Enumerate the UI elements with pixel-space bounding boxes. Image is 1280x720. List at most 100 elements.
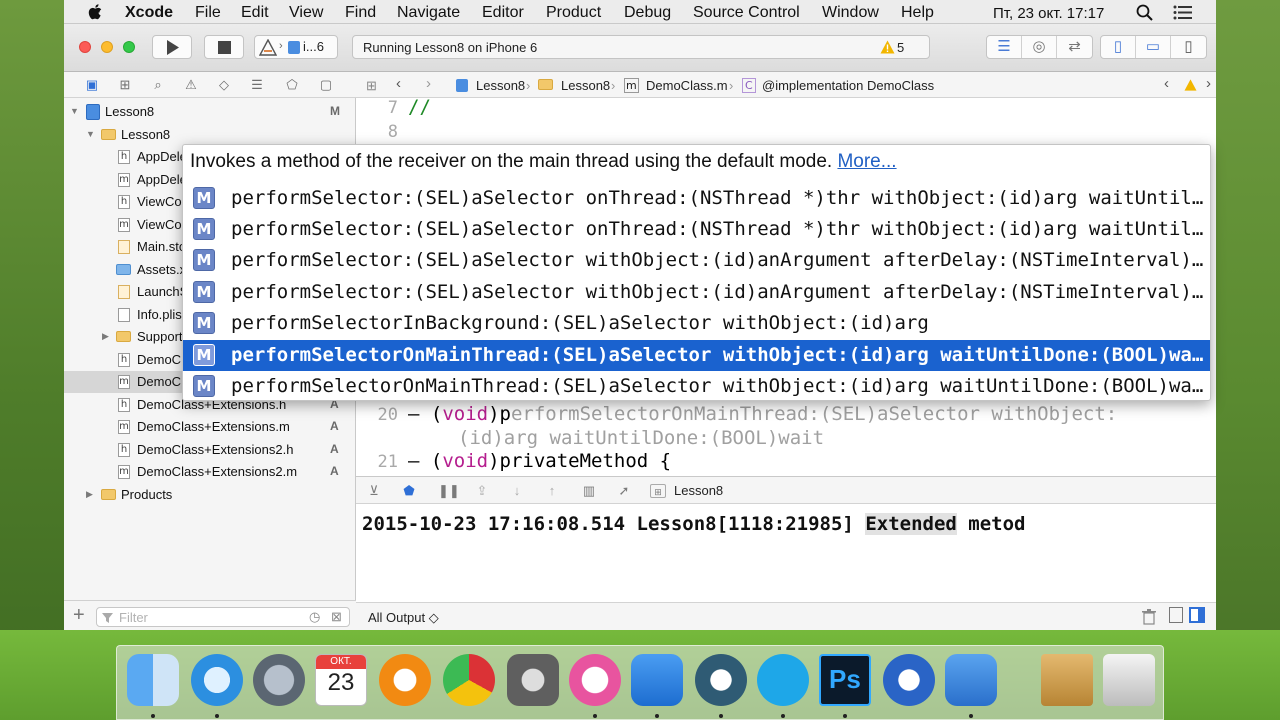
step-over-icon[interactable]: ⇪ <box>474 484 490 498</box>
tree-item-group[interactable]: ▶ Products <box>64 484 356 506</box>
report-navigator-icon[interactable]: ▢ <box>318 77 334 93</box>
system-preferences-icon[interactable] <box>507 654 559 706</box>
standard-editor-icon[interactable]: ☰ <box>987 36 1022 58</box>
breakpoint-navigator-icon[interactable]: ⬠ <box>284 77 300 93</box>
pause-icon[interactable]: ❚❚ <box>438 484 460 498</box>
disclosure-open-icon[interactable]: ▼ <box>70 106 80 116</box>
breadcrumb-project[interactable]: Lesson8 <box>476 78 525 93</box>
itunes-icon[interactable] <box>569 654 621 706</box>
menu-find[interactable]: Find <box>345 4 376 22</box>
quicktime-icon[interactable] <box>883 654 935 706</box>
menu-editor[interactable]: Editor <box>482 4 524 22</box>
forward-arrow-icon[interactable]: › <box>426 75 431 92</box>
finder-icon[interactable] <box>127 654 179 706</box>
xcode-icon[interactable] <box>631 654 683 706</box>
sourcetree-icon[interactable] <box>695 654 747 706</box>
issue-navigator-icon[interactable]: ⚠ <box>183 77 199 93</box>
menu-edit[interactable]: Edit <box>241 4 269 22</box>
assistant-editor-icon[interactable]: ◎ <box>1022 36 1057 58</box>
related-items-icon[interactable]: ⊞ <box>366 78 377 94</box>
menu-view[interactable]: View <box>289 4 323 22</box>
hide-debug-area-icon[interactable]: ⊻ <box>366 484 382 498</box>
completion-item-selected[interactable]: M performSelectorOnMainThread:(SEL)aSele… <box>183 340 1210 371</box>
apple-icon[interactable] <box>88 3 104 21</box>
tree-item-group[interactable]: ▼ Lesson8 <box>64 124 356 146</box>
variables-view-toggle-icon[interactable] <box>1169 607 1183 623</box>
debug-navigator-icon[interactable]: ☰ <box>249 77 265 93</box>
notification-center-icon[interactable] <box>1173 5 1193 20</box>
disclosure-open-icon[interactable]: ▼ <box>86 129 96 139</box>
tree-item-file[interactable]: m DemoClass+Extensions2.m A <box>64 461 356 483</box>
console-output[interactable]: 2015-10-23 17:16:08.514 Lesson8[1118:219… <box>356 504 1216 602</box>
menu-source-control[interactable]: Source Control <box>693 4 800 22</box>
completion-item[interactable]: M performSelectorOnMainThread:(SEL)aSele… <box>183 371 1210 400</box>
completion-item[interactable]: M performSelector:(SEL)aSelector withObj… <box>183 277 1210 308</box>
archive-utility-icon[interactable] <box>1041 654 1093 706</box>
tree-item-file[interactable]: m DemoClass+Extensions.m A <box>64 416 356 438</box>
add-file-icon[interactable]: + <box>73 604 85 627</box>
chrome-icon[interactable] <box>443 654 495 706</box>
breakpoints-toggle-icon[interactable]: ⬟ <box>401 484 417 498</box>
scheme-selector[interactable]: › i...6 <box>254 35 338 59</box>
breadcrumb-symbol[interactable]: @implementation DemoClass <box>762 78 934 93</box>
completion-item[interactable]: M performSelector:(SEL)aSelector onThrea… <box>183 183 1210 214</box>
tree-item-project[interactable]: ▼ Lesson8 M <box>64 101 356 123</box>
photoshop-icon[interactable]: Ps <box>819 654 871 706</box>
back-arrow-icon[interactable]: ‹ <box>396 75 401 92</box>
disclosure-closed-icon[interactable]: ▶ <box>86 489 96 499</box>
zoom-window-button[interactable] <box>123 41 135 53</box>
folder-navigator-icon[interactable]: ▣ <box>84 77 100 93</box>
minimize-window-button[interactable] <box>101 41 113 53</box>
test-navigator-icon[interactable]: ◇ <box>216 77 232 93</box>
previous-issue-icon[interactable]: ‹ <box>1164 75 1169 92</box>
menu-navigate[interactable]: Navigate <box>397 4 460 22</box>
more-link[interactable]: More... <box>837 151 896 172</box>
launchpad-icon[interactable] <box>253 654 305 706</box>
disclosure-closed-icon[interactable]: ▶ <box>102 331 112 341</box>
navigator-filter-input[interactable]: Filter ◷ ⊠ <box>96 607 350 627</box>
utilities-toggle-icon[interactable]: ▯ <box>1171 36 1206 58</box>
menu-help[interactable]: Help <box>901 4 934 22</box>
output-filter-select[interactable]: All Output ◇ <box>368 610 439 626</box>
run-button[interactable] <box>152 35 192 59</box>
step-out-icon[interactable]: ↑ <box>544 484 560 498</box>
symbol-navigator-icon[interactable]: ⊞ <box>117 77 133 93</box>
next-issue-icon[interactable]: › <box>1206 75 1211 92</box>
menubar-clock[interactable]: Пт, 23 окт. 17:17 <box>993 5 1104 22</box>
menu-debug[interactable]: Debug <box>624 4 671 22</box>
navigator-toggle-icon[interactable]: ▯ <box>1101 36 1136 58</box>
ios-simulator-icon[interactable] <box>945 654 997 706</box>
completion-item[interactable]: M performSelector:(SEL)aSelector withObj… <box>183 245 1210 276</box>
warning-count[interactable]: 5 <box>897 40 904 55</box>
menu-product[interactable]: Product <box>546 4 601 22</box>
tree-item-file[interactable]: h DemoClass+Extensions2.h A <box>64 439 356 461</box>
debug-area-toggle-icon[interactable]: ▭ <box>1136 36 1171 58</box>
spotlight-search-icon[interactable] <box>1136 4 1154 21</box>
calendar-icon[interactable]: ОКТ. 23 <box>315 654 367 706</box>
completion-item[interactable]: M performSelector:(SEL)aSelector onThrea… <box>183 214 1210 245</box>
recent-files-icon[interactable]: ◷ <box>309 609 320 625</box>
ibooks-icon[interactable] <box>379 654 431 706</box>
step-into-icon[interactable]: ↓ <box>509 484 525 498</box>
menu-xcode[interactable]: Xcode <box>125 4 173 22</box>
debug-target-label[interactable]: Lesson8 <box>674 483 723 498</box>
completion-item[interactable]: M performSelectorInBackground:(SEL)aSele… <box>183 308 1210 339</box>
close-window-button[interactable] <box>79 41 91 53</box>
skype-icon[interactable] <box>757 654 809 706</box>
breadcrumb-group[interactable]: Lesson8 <box>561 78 610 93</box>
source-control-filter-icon[interactable]: ⊠ <box>331 609 342 625</box>
warning-icon[interactable] <box>880 40 895 54</box>
menu-window[interactable]: Window <box>822 4 879 22</box>
view-hierarchy-icon[interactable]: ▥ <box>581 484 597 498</box>
console-view-toggle-icon[interactable] <box>1189 607 1205 623</box>
issue-warning-icon[interactable] <box>1184 79 1197 91</box>
compass-app-icon[interactable] <box>191 654 243 706</box>
version-editor-icon[interactable]: ⇄ <box>1057 36 1092 58</box>
breadcrumb-file[interactable]: DemoClass.m <box>646 78 728 93</box>
trash-icon[interactable] <box>1142 609 1156 625</box>
menu-file[interactable]: File <box>195 4 221 22</box>
trash-can-icon[interactable] <box>1103 654 1155 706</box>
location-icon[interactable]: ➚ <box>616 484 632 498</box>
stop-button[interactable] <box>204 35 244 59</box>
find-navigator-icon[interactable]: ⌕ <box>150 77 166 93</box>
